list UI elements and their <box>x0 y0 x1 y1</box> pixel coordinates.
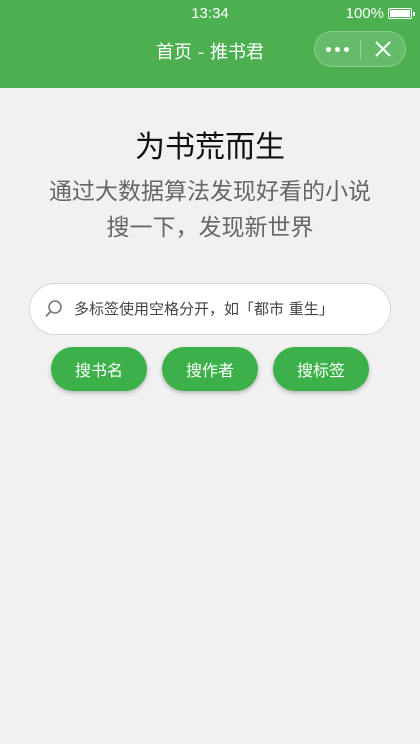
search-button-row: 搜书名 搜作者 搜标签 <box>0 347 420 391</box>
close-button[interactable] <box>361 32 406 66</box>
hero-subtagline: 搜一下，发现新世界 <box>106 215 314 241</box>
hero-title: 为书荒而生 <box>135 130 285 165</box>
search-by-tag-button[interactable]: 搜标签 <box>273 347 369 391</box>
search-input[interactable] <box>72 299 376 319</box>
hero-tagline: 通过大数据算法发现好看的小说 <box>49 179 371 205</box>
status-bar: 13:34 100% <box>0 0 420 28</box>
close-icon <box>375 41 391 57</box>
more-button[interactable] <box>315 32 360 66</box>
search-icon <box>44 299 64 319</box>
mini-program-capsule <box>314 31 406 67</box>
nav-header: 13:34 100% 首页 - 推书君 <box>0 0 420 88</box>
more-dots-icon <box>325 46 349 52</box>
battery-percent: 100% <box>345 5 384 22</box>
search-box[interactable] <box>29 283 391 335</box>
search-by-title-button[interactable]: 搜书名 <box>51 347 147 391</box>
search-by-author-button[interactable]: 搜作者 <box>162 347 258 391</box>
status-right: 100% <box>345 5 415 22</box>
battery-icon <box>388 8 415 19</box>
